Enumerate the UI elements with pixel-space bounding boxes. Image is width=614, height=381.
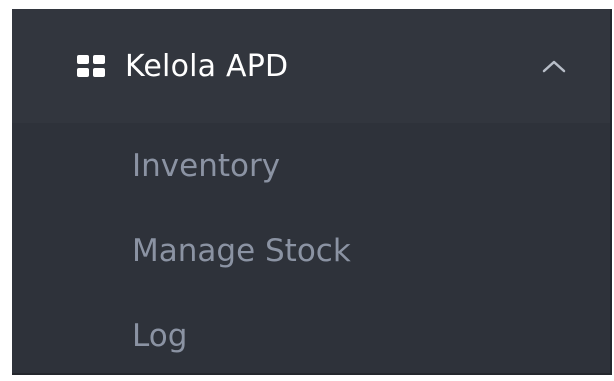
submenu-item-label: Inventory	[132, 147, 281, 184]
submenu: Inventory Manage Stock Log	[12, 123, 610, 378]
menu-group-kelola-apd[interactable]: Kelola APD	[12, 9, 610, 123]
submenu-item-inventory[interactable]: Inventory	[12, 123, 610, 208]
submenu-item-log[interactable]: Log	[12, 293, 610, 378]
menu-group-title: Kelola APD	[125, 48, 289, 84]
submenu-item-label: Log	[132, 317, 188, 354]
submenu-item-manage-stock[interactable]: Manage Stock	[12, 208, 610, 293]
submenu-item-label: Manage Stock	[132, 232, 351, 269]
sidebar-menu: Kelola APD Inventory Manage Stock Log	[12, 9, 612, 375]
grid-icon	[77, 55, 105, 77]
chevron-up-icon[interactable]	[540, 52, 568, 80]
